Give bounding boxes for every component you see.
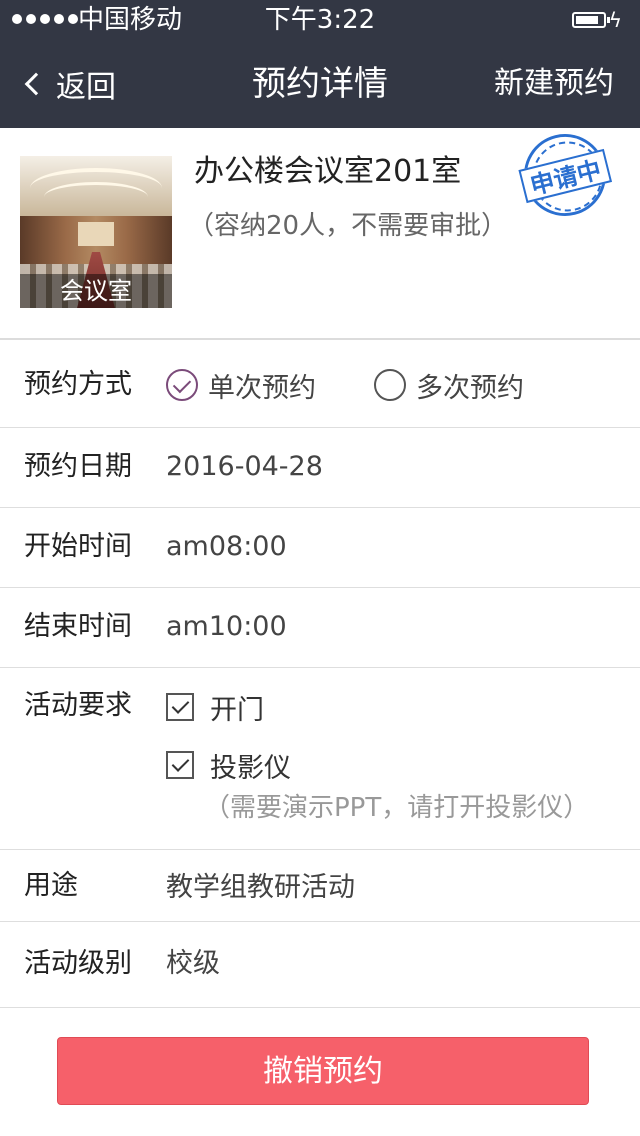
- checkbox-open-door[interactable]: 开门: [166, 690, 264, 726]
- booking-date-label: 预约日期: [24, 451, 132, 482]
- status-stamp-text: 申请中: [518, 148, 613, 204]
- checkbox-checked-icon: [166, 693, 194, 721]
- nav-bar: 返回 预约详情 新建预约: [0, 40, 640, 128]
- room-photo: 会议室: [20, 156, 172, 308]
- new-booking-button[interactable]: 新建预约: [494, 62, 614, 106]
- purpose-label: 用途: [24, 870, 78, 901]
- start-time-value: am08:00: [166, 531, 287, 562]
- purpose-value: 教学组教研活动: [166, 872, 355, 903]
- status-time: 下午3:22: [264, 5, 376, 35]
- room-card: 会议室 办公楼会议室201室 （容纳20人，不需要审批） 申请中: [0, 125, 640, 340]
- checkbox-checked-icon: [166, 751, 194, 779]
- radio-multiple-booking[interactable]: 多次预约: [374, 366, 524, 404]
- cancel-booking-button[interactable]: 撤销预约: [57, 1037, 589, 1105]
- room-name: 办公楼会议室201室: [194, 154, 462, 189]
- end-time-row: 结束时间 am10:00: [0, 588, 640, 668]
- status-stamp: 申请中: [515, 125, 615, 225]
- booking-mode-row: 预约方式 单次预约 多次预约: [0, 342, 640, 428]
- charging-icon: ϟ: [608, 8, 622, 32]
- activity-level-row: 活动级别 校级: [0, 922, 640, 1008]
- activity-level-value: 校级: [166, 948, 220, 979]
- room-photo-caption: 会议室: [20, 274, 172, 308]
- start-time-label: 开始时间: [24, 531, 132, 562]
- booking-mode-label: 预约方式: [24, 369, 132, 400]
- requirements-row: 活动要求 开门 投影仪 （需要演示PPT，请打开投影仪）: [0, 668, 640, 850]
- battery-icon: [572, 12, 610, 28]
- requirements-label: 活动要求: [24, 690, 132, 721]
- activity-level-label: 活动级别: [24, 948, 132, 979]
- start-time-row: 开始时间 am08:00: [0, 508, 640, 588]
- purpose-row: 用途 教学组教研活动: [0, 850, 640, 922]
- end-time-label: 结束时间: [24, 611, 132, 642]
- radio-single-booking[interactable]: 单次预约: [166, 366, 316, 404]
- radio-multiple-label: 多次预约: [416, 372, 524, 404]
- status-bar: 中国移动 下午3:22 ϟ: [0, 0, 640, 40]
- radio-single-label: 单次预约: [208, 372, 316, 404]
- radio-unchecked-icon: [374, 369, 406, 401]
- top-bar: 中国移动 下午3:22 ϟ 返回 预约详情 新建预约: [0, 0, 640, 128]
- end-time-value: am10:00: [166, 611, 287, 642]
- checkbox-projector[interactable]: 投影仪: [166, 748, 291, 784]
- room-capacity-note: （容纳20人，不需要审批）: [188, 211, 508, 241]
- radio-checked-icon: [166, 369, 198, 401]
- booking-date-value: 2016-04-28: [166, 451, 323, 482]
- projector-note: （需要演示PPT，请打开投影仪）: [204, 793, 590, 823]
- checkbox-projector-label: 投影仪: [210, 752, 291, 784]
- booking-date-row: 预约日期 2016-04-28: [0, 428, 640, 508]
- checkbox-open-door-label: 开门: [210, 694, 264, 726]
